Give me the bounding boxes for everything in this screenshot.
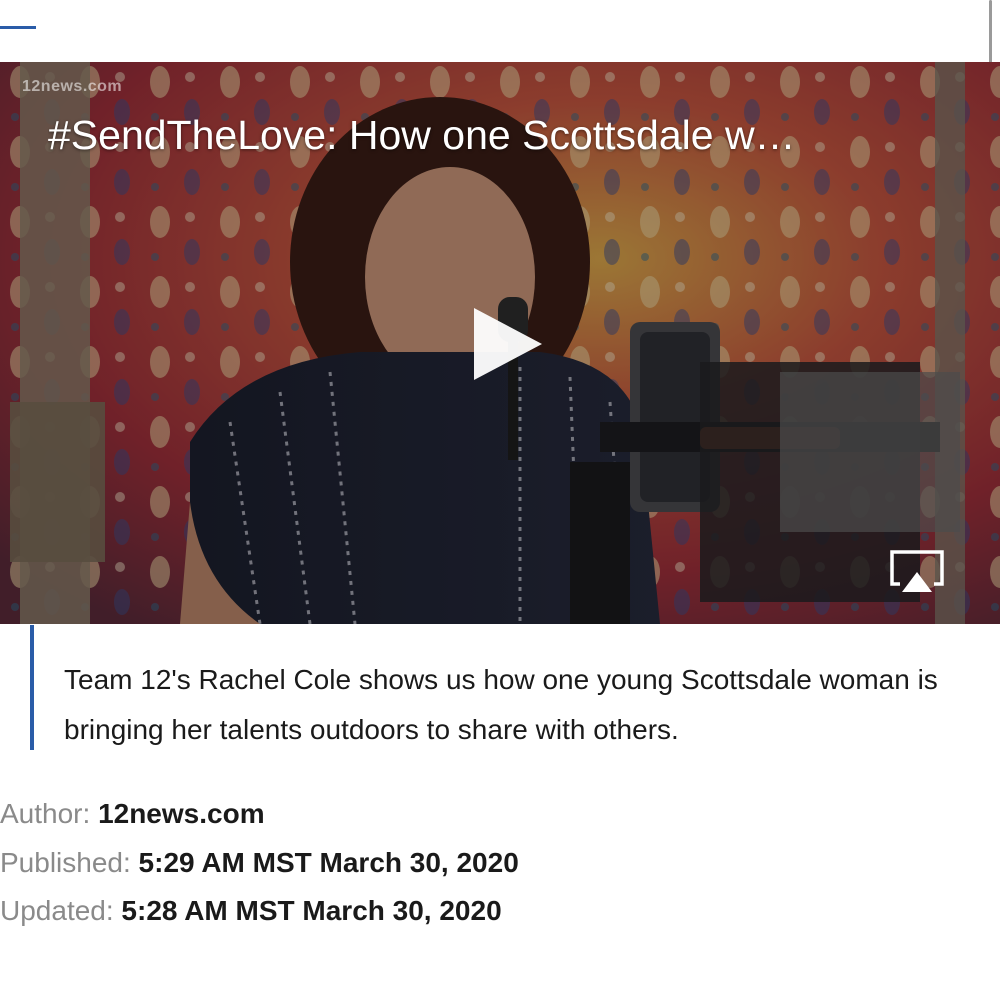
- updated-value: 5:28 AM MST March 30, 2020: [121, 895, 502, 926]
- airplay-icon: [890, 550, 944, 592]
- author-row: Author: 12news.com: [0, 790, 1000, 839]
- published-value: 5:29 AM MST March 30, 2020: [138, 846, 519, 878]
- airplay-button[interactable]: [888, 548, 946, 596]
- video-caption: Team 12's Rachel Cole shows us how one y…: [30, 625, 984, 750]
- updated-label: Updated:: [0, 895, 122, 926]
- updated-row: Updated: 5:28 AM MST March 30, 2020: [0, 887, 1000, 936]
- published-label: Published:: [0, 846, 139, 878]
- page-scrollbar[interactable]: [989, 0, 992, 66]
- video-watermark: 12news.com: [22, 78, 123, 95]
- author-value: 12news.com: [98, 798, 265, 829]
- caption-text: Team 12's Rachel Cole shows us how one y…: [64, 664, 938, 745]
- published-row: Published: 5:29 AM MST March 30, 2020: [0, 839, 1000, 888]
- video-player[interactable]: 12news.com #SendTheLove: How one Scottsd…: [0, 62, 1000, 624]
- article-meta: Author: 12news.com Published: 5:29 AM MS…: [0, 790, 1000, 936]
- article-page: 12news.com #SendTheLove: How one Scottsd…: [0, 0, 1000, 1000]
- author-label: Author:: [0, 798, 99, 829]
- header-accent-bar: [0, 26, 36, 29]
- play-button[interactable]: [468, 304, 548, 384]
- video-title[interactable]: #SendTheLove: How one Scottsdale w…: [48, 112, 948, 159]
- play-icon: [474, 308, 542, 380]
